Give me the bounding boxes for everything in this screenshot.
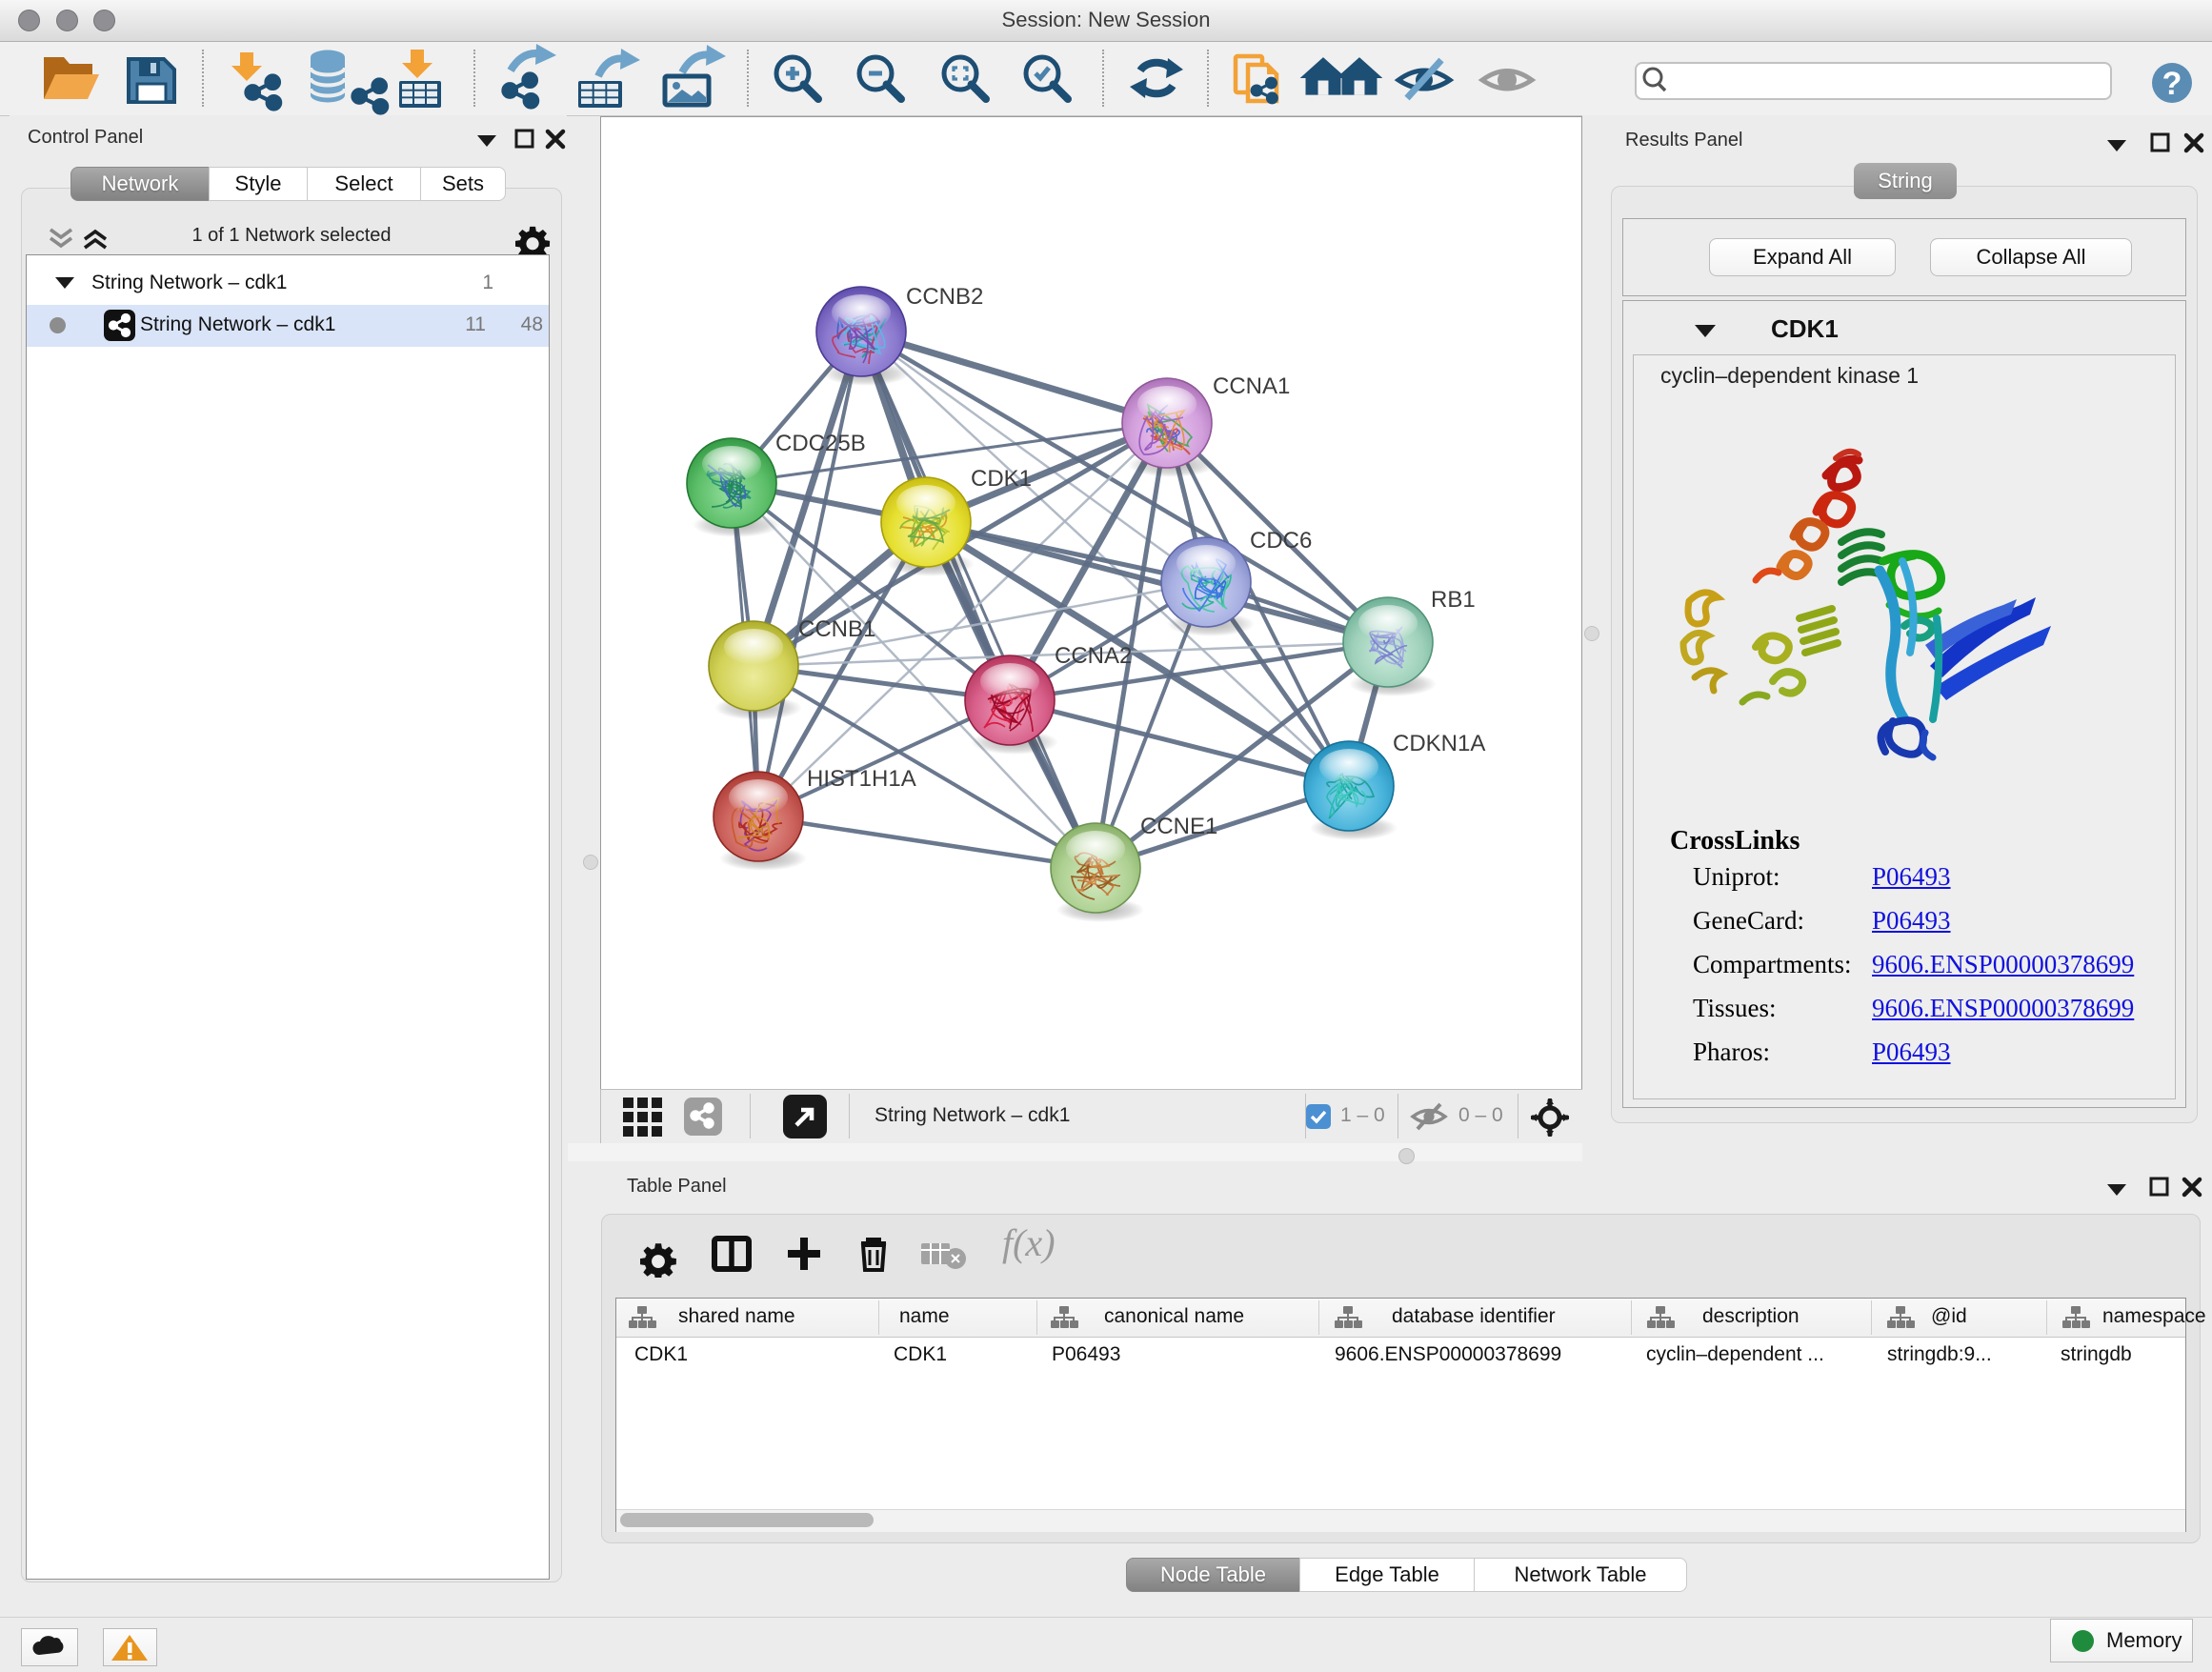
svg-text:CCNA2: CCNA2 [1055, 643, 1132, 669]
svg-text:RB1: RB1 [1431, 587, 1476, 613]
svg-text:CDC25B: CDC25B [775, 431, 866, 456]
svg-text:CCNB1: CCNB1 [798, 616, 875, 642]
svg-text:CCNA1: CCNA1 [1213, 373, 1290, 399]
svg-text:CCNB2: CCNB2 [906, 284, 983, 310]
svg-text:CDC6: CDC6 [1250, 528, 1312, 554]
svg-text:CCNE1: CCNE1 [1140, 814, 1217, 839]
svg-text:HIST1H1A: HIST1H1A [807, 766, 916, 792]
svg-text:?: ? [2162, 66, 2182, 102]
svg-text:CDKN1A: CDKN1A [1393, 731, 1485, 756]
svg-text:CDK1: CDK1 [971, 466, 1032, 492]
